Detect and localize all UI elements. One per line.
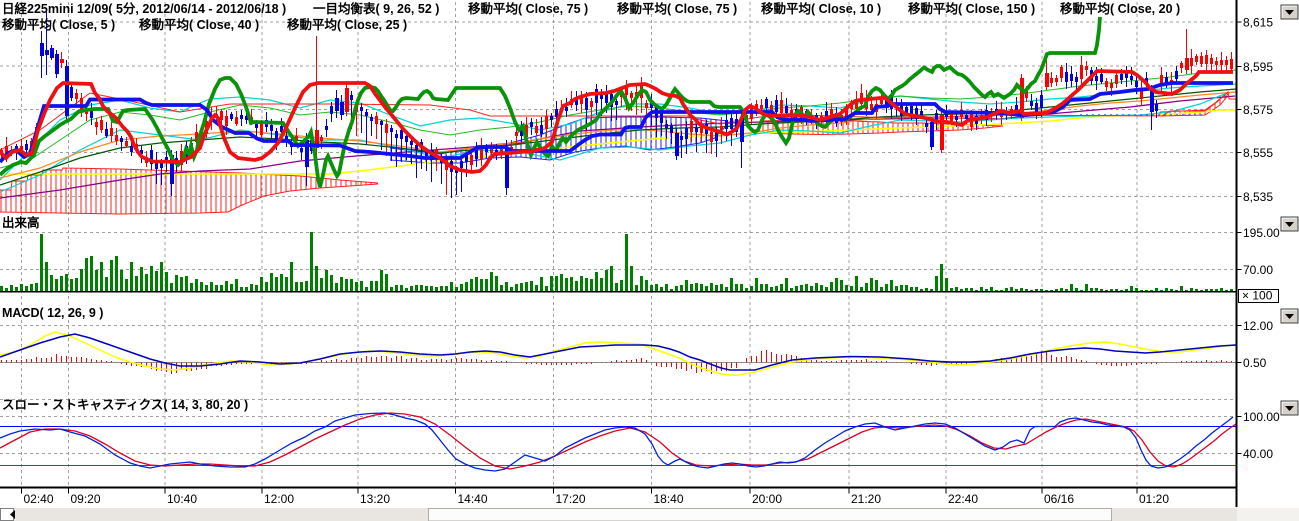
svg-text:8,615: 8,615	[1243, 16, 1273, 30]
svg-text:一目均衡表( 9, 26, 52 ): 一目均衡表( 9, 26, 52 )	[313, 1, 439, 16]
svg-text:22:40: 22:40	[948, 492, 978, 506]
svg-text:13:20: 13:20	[360, 492, 390, 506]
svg-text:移動平均( Close, 20 ): 移動平均( Close, 20 )	[1060, 1, 1180, 16]
svg-text:10:40: 10:40	[167, 492, 197, 506]
svg-text:02:40: 02:40	[24, 492, 54, 506]
svg-text:出来高: 出来高	[2, 215, 40, 230]
svg-text:移動平均( Close, 75 ): 移動平均( Close, 75 )	[468, 1, 588, 16]
svg-text:移動平均( Close, 25 ): 移動平均( Close, 25 )	[287, 17, 407, 32]
svg-text:14:40: 14:40	[458, 492, 488, 506]
svg-text:12.00: 12.00	[1243, 319, 1273, 333]
svg-text:移動平均( Close, 40 ): 移動平均( Close, 40 )	[139, 17, 259, 32]
svg-text:スロー・ストキャスティクス( 14, 3, 80, 20 ): スロー・ストキャスティクス( 14, 3, 80, 20 )	[2, 398, 248, 412]
svg-text:日経225mini 12/09( 5分, 2012/06/1: 日経225mini 12/09( 5分, 2012/06/14 - 2012/0…	[2, 1, 286, 16]
svg-text:06/16: 06/16	[1044, 492, 1074, 506]
svg-text:移動平均( Close, 75 ): 移動平均( Close, 75 )	[617, 1, 737, 16]
svg-text:8,595: 8,595	[1243, 60, 1273, 74]
svg-text:移動平均( Close, 5 ): 移動平均( Close, 5 )	[2, 17, 115, 32]
svg-text:17:20: 17:20	[556, 492, 586, 506]
svg-text:12:00: 12:00	[264, 492, 294, 506]
svg-text:MACD( 12, 26, 9 ): MACD( 12, 26, 9 )	[2, 306, 103, 320]
svg-text:8,555: 8,555	[1243, 146, 1273, 160]
svg-text:40.00: 40.00	[1243, 447, 1273, 461]
svg-text:8,535: 8,535	[1243, 190, 1273, 204]
svg-text:20:00: 20:00	[752, 492, 782, 506]
svg-text:移動平均( Close, 10 ): 移動平均( Close, 10 )	[761, 1, 881, 16]
svg-text:0.50: 0.50	[1243, 356, 1267, 370]
svg-text:21:20: 21:20	[851, 492, 881, 506]
svg-text:100.00: 100.00	[1243, 410, 1280, 424]
svg-text:18:40: 18:40	[654, 492, 684, 506]
svg-text:01:20: 01:20	[1139, 492, 1169, 506]
svg-text:移動平均( Close, 150 ): 移動平均( Close, 150 )	[908, 1, 1035, 16]
svg-text:195.00: 195.00	[1243, 226, 1280, 240]
svg-text:× 100: × 100	[1242, 289, 1273, 303]
svg-text:09:20: 09:20	[71, 492, 101, 506]
svg-text:70.00: 70.00	[1243, 263, 1273, 277]
svg-text:8,575: 8,575	[1243, 103, 1273, 117]
